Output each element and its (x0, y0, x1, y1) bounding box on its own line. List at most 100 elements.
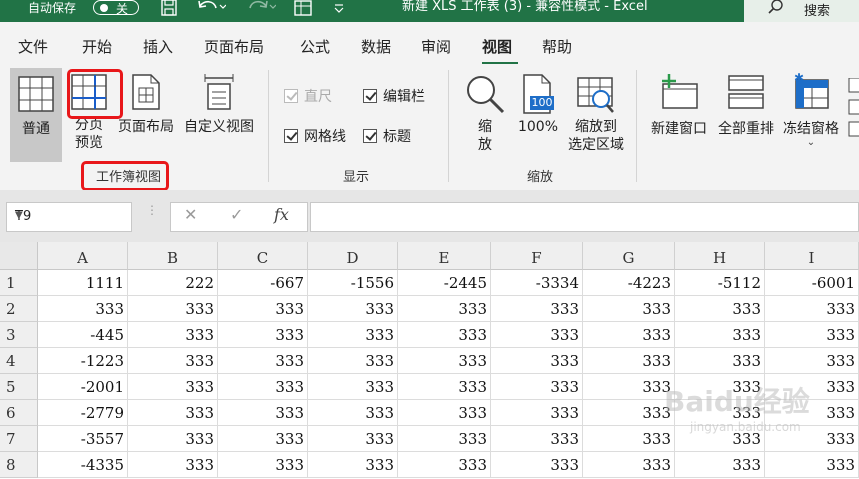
tab-formulas[interactable]: 公式 (300, 36, 330, 57)
cancel-entry-icon[interactable]: ✕ (184, 205, 197, 224)
headings-checkbox[interactable]: 标题 (363, 126, 411, 146)
zoom-100-button[interactable]: 100 100% (514, 68, 562, 162)
cell-g5[interactable]: 333 (583, 374, 675, 400)
cell-g4[interactable]: 333 (583, 348, 675, 374)
cell-d8[interactable]: 333 (308, 452, 398, 478)
cell-f8[interactable]: 333 (491, 452, 583, 478)
column-header-e[interactable]: E (398, 242, 491, 270)
cell-i3[interactable]: 333 (765, 322, 859, 348)
cell-i8[interactable]: 333 (765, 452, 859, 478)
column-header-c[interactable]: C (218, 242, 308, 270)
tab-file[interactable]: 文件 (18, 36, 48, 57)
cell-d5[interactable]: 333 (308, 374, 398, 400)
column-header-b[interactable]: B (128, 242, 218, 270)
cell-b7[interactable]: 333 (128, 426, 218, 452)
cell-h4[interactable]: 333 (675, 348, 765, 374)
cell-f5[interactable]: 333 (491, 374, 583, 400)
save-icon[interactable] (160, 0, 178, 20)
page-layout-view-button[interactable]: 页面布局 (114, 68, 178, 162)
new-window-button[interactable]: 新建窗口 (646, 68, 712, 162)
zoom-button[interactable]: 缩 放 (462, 68, 508, 162)
form-icon[interactable] (293, 0, 313, 20)
cell-c2[interactable]: 333 (218, 296, 308, 322)
cell-d4[interactable]: 333 (308, 348, 398, 374)
cell-i6[interactable]: 333 (765, 400, 859, 426)
cell-d7[interactable]: 333 (308, 426, 398, 452)
row-header-4[interactable]: 4 (0, 348, 38, 374)
column-header-d[interactable]: D (308, 242, 398, 270)
custom-views-button[interactable]: 自定义视图 (180, 68, 258, 162)
cell-f1[interactable]: -3334 (491, 270, 583, 296)
cell-e8[interactable]: 333 (398, 452, 491, 478)
cell-e7[interactable]: 333 (398, 426, 491, 452)
cell-a1[interactable]: 1111 (38, 270, 128, 296)
cell-b2[interactable]: 333 (128, 296, 218, 322)
cell-c7[interactable]: 333 (218, 426, 308, 452)
cell-b1[interactable]: 222 (128, 270, 218, 296)
confirm-entry-icon[interactable]: ✓ (230, 205, 243, 224)
cell-d3[interactable]: 333 (308, 322, 398, 348)
cell-i2[interactable]: 333 (765, 296, 859, 322)
cell-a5[interactable]: -2001 (38, 374, 128, 400)
cell-e5[interactable]: 333 (398, 374, 491, 400)
cell-i1[interactable]: -6001 (765, 270, 859, 296)
normal-view-button[interactable]: 普通 (10, 68, 62, 162)
cell-f3[interactable]: 333 (491, 322, 583, 348)
cell-e1[interactable]: -2445 (398, 270, 491, 296)
cell-h2[interactable]: 333 (675, 296, 765, 322)
ruler-checkbox[interactable]: 直尺 (284, 86, 332, 106)
cell-h7[interactable]: 333 (675, 426, 765, 452)
row-header-3[interactable]: 3 (0, 322, 38, 348)
formula-input[interactable] (310, 202, 859, 232)
more-window-icons[interactable] (847, 77, 859, 138)
autosave-toggle[interactable]: 关 (93, 0, 139, 16)
select-all-corner[interactable] (0, 242, 38, 270)
redo-icon[interactable] (246, 0, 277, 20)
cell-g6[interactable]: 333 (583, 400, 675, 426)
arrange-all-button[interactable]: 全部重排 (713, 68, 779, 162)
cell-a8[interactable]: -4335 (38, 452, 128, 478)
cell-g8[interactable]: 333 (583, 452, 675, 478)
cell-h5[interactable]: 333 (675, 374, 765, 400)
column-header-a[interactable]: A (38, 242, 128, 270)
cell-g1[interactable]: -4223 (583, 270, 675, 296)
row-header-6[interactable]: 6 (0, 400, 38, 426)
freeze-panes-button[interactable]: ✱ 冻结窗格 ⌄ (779, 68, 843, 162)
gridlines-checkbox[interactable]: 网格线 (284, 126, 346, 146)
cell-b5[interactable]: 333 (128, 374, 218, 400)
row-header-5[interactable]: 5 (0, 374, 38, 400)
cell-g2[interactable]: 333 (583, 296, 675, 322)
column-header-f[interactable]: F (491, 242, 583, 270)
cell-h1[interactable]: -5112 (675, 270, 765, 296)
cell-a2[interactable]: 333 (38, 296, 128, 322)
column-header-g[interactable]: G (583, 242, 675, 270)
cell-d2[interactable]: 333 (308, 296, 398, 322)
cell-a7[interactable]: -3557 (38, 426, 128, 452)
cell-c8[interactable]: 333 (218, 452, 308, 478)
cell-g3[interactable]: 333 (583, 322, 675, 348)
column-header-i[interactable]: I (765, 242, 859, 270)
row-header-1[interactable]: 1 (0, 270, 38, 296)
cell-f7[interactable]: 333 (491, 426, 583, 452)
cell-b3[interactable]: 333 (128, 322, 218, 348)
tab-help[interactable]: 帮助 (542, 36, 572, 57)
cell-i7[interactable]: 333 (765, 426, 859, 452)
row-header-8[interactable]: 8 (0, 452, 38, 478)
cell-d1[interactable]: -1556 (308, 270, 398, 296)
cell-e4[interactable]: 333 (398, 348, 491, 374)
row-header-2[interactable]: 2 (0, 296, 38, 322)
cell-d6[interactable]: 333 (308, 400, 398, 426)
cell-a6[interactable]: -2779 (38, 400, 128, 426)
tab-review[interactable]: 审阅 (421, 36, 451, 57)
cell-f4[interactable]: 333 (491, 348, 583, 374)
cell-a4[interactable]: -1223 (38, 348, 128, 374)
cell-h8[interactable]: 333 (675, 452, 765, 478)
zoom-to-selection-button[interactable]: 缩放到 选定区域 (564, 68, 628, 162)
insert-function-button[interactable]: fx (274, 205, 289, 224)
customize-quick-access-icon[interactable] (333, 1, 345, 18)
undo-icon[interactable] (196, 0, 227, 20)
tab-home[interactable]: 开始 (82, 36, 112, 57)
cell-e3[interactable]: 333 (398, 322, 491, 348)
cell-c4[interactable]: 333 (218, 348, 308, 374)
cell-f6[interactable]: 333 (491, 400, 583, 426)
